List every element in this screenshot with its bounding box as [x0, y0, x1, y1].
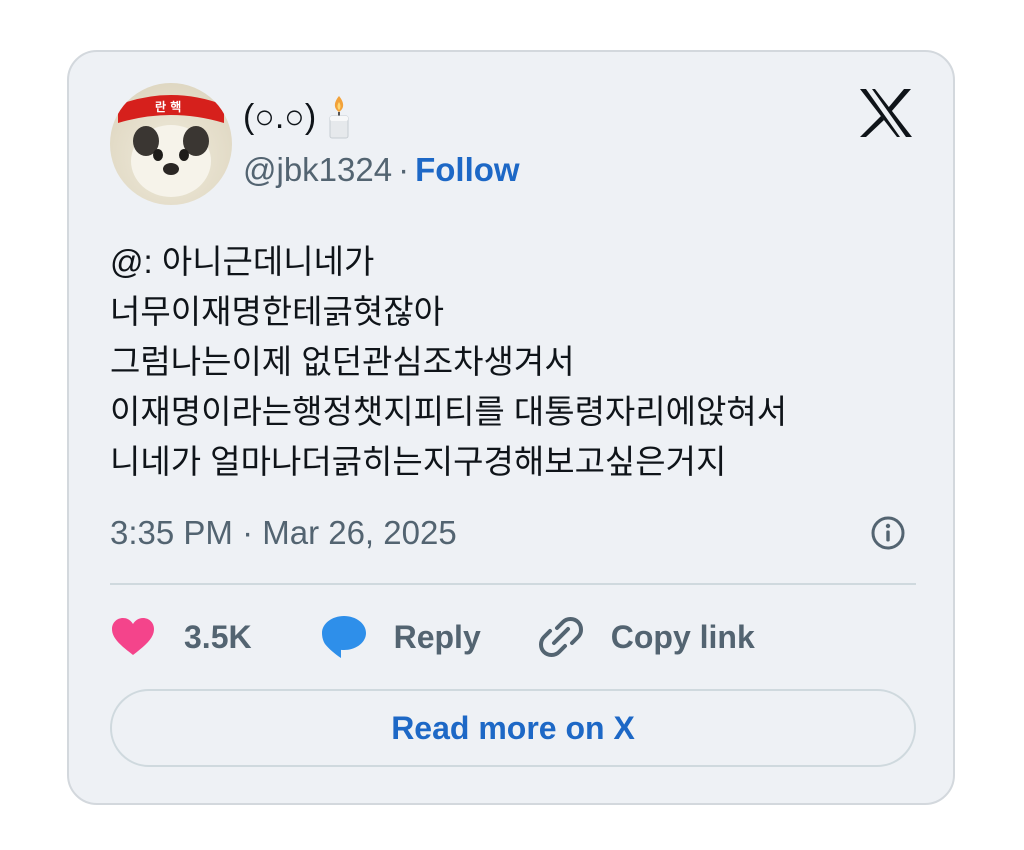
copy-link-button[interactable]: Copy link	[537, 614, 755, 660]
separator-dot: ·	[398, 151, 410, 188]
copy-link-label: Copy link	[610, 618, 755, 655]
like-count: 3.5K	[184, 618, 252, 655]
handle-row: @jbk1324 · Follow	[243, 148, 520, 192]
candle-icon	[324, 94, 354, 140]
divider	[110, 583, 916, 585]
read-more-button[interactable]: Read more on X	[110, 689, 916, 767]
author-display-name-row[interactable]: (○.○)	[243, 94, 354, 140]
reply-label: Reply	[393, 618, 481, 655]
author-handle[interactable]: @jbk1324	[243, 151, 392, 188]
info-icon[interactable]	[870, 515, 906, 551]
action-bar: 3.5K Reply Copy link	[110, 614, 755, 660]
tweet-text: @: 아니근데니네가 너무이재명한테긁혓잖아 그럼나는이제 없던관심조차생겨서 …	[110, 243, 788, 480]
reply-button[interactable]: Reply	[320, 614, 481, 660]
tweet-timestamp[interactable]: 3:35 PM · Mar 26, 2025	[110, 513, 457, 553]
like-button[interactable]: 3.5K	[110, 617, 252, 657]
link-icon	[538, 617, 583, 657]
display-name[interactable]: (○.○)	[243, 95, 316, 139]
speech-bubble-icon	[321, 616, 366, 658]
avatar-image: 란 핵	[118, 95, 224, 197]
tweet-card[interactable]: 란 핵 (○.○) @jbk1324 · Follow @: 아니근데니네가 너무이…	[67, 50, 955, 805]
follow-button[interactable]: Follow	[415, 151, 519, 188]
heart-icon	[112, 618, 154, 655]
avatar-headband-text: 란 핵	[155, 99, 181, 114]
avatar[interactable]: 란 핵	[110, 83, 232, 205]
x-logo-icon[interactable]	[858, 87, 914, 139]
